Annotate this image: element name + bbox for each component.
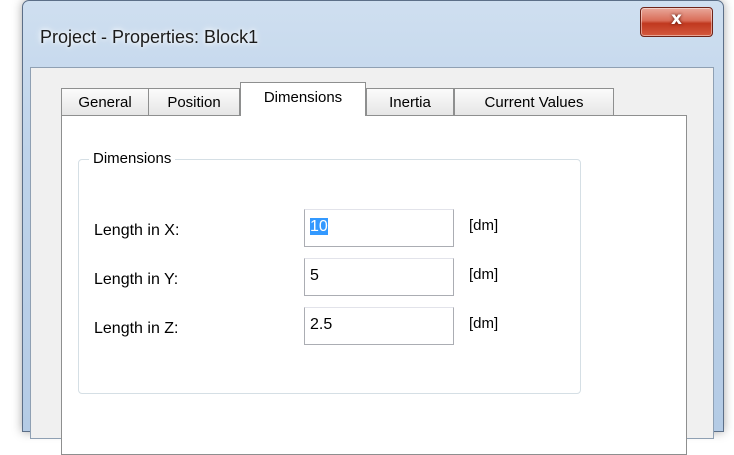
tab-position[interactable]: Position <box>148 88 240 115</box>
length-z-value: 2.5 <box>310 316 333 333</box>
length-z-unit: [dm] <box>469 315 499 332</box>
dimensions-tab-page: Dimensions Length in X: 10 [dm] Length i… <box>61 115 687 455</box>
tab-dimensions[interactable]: Dimensions <box>240 82 366 116</box>
length-x-unit: [dm] <box>469 217 499 234</box>
title-bar[interactable]: Project - Properties: Block1 x <box>23 1 723 73</box>
length-y-label: Length in Y: <box>94 271 179 288</box>
properties-dialog: Project - Properties: Block1 x General P… <box>22 0 724 455</box>
length-x-label: Length in X: <box>94 222 180 239</box>
tab-general[interactable]: General <box>61 88 149 115</box>
length-z-label: Length in Z: <box>94 320 179 337</box>
length-y-value: 5 <box>310 267 319 284</box>
length-x-value: 10 <box>310 218 328 235</box>
dimensions-groupbox: Dimensions Length in X: 10 [dm] Length i… <box>78 150 581 394</box>
length-y-input[interactable]: 5 <box>304 258 454 296</box>
close-button[interactable]: x <box>640 7 713 37</box>
dialog-client-area: General Position Dimensions Inertia Curr… <box>30 67 714 455</box>
length-z-input[interactable]: 2.5 <box>304 307 454 345</box>
groupbox-legend: Dimensions <box>89 150 176 167</box>
length-y-unit: [dm] <box>469 266 499 283</box>
close-icon: x <box>671 9 682 29</box>
window-title: Project - Properties: Block1 <box>40 27 259 47</box>
length-x-input[interactable]: 10 <box>304 209 454 247</box>
tab-current-values[interactable]: Current Values <box>454 88 614 115</box>
tab-inertia[interactable]: Inertia <box>366 88 454 115</box>
